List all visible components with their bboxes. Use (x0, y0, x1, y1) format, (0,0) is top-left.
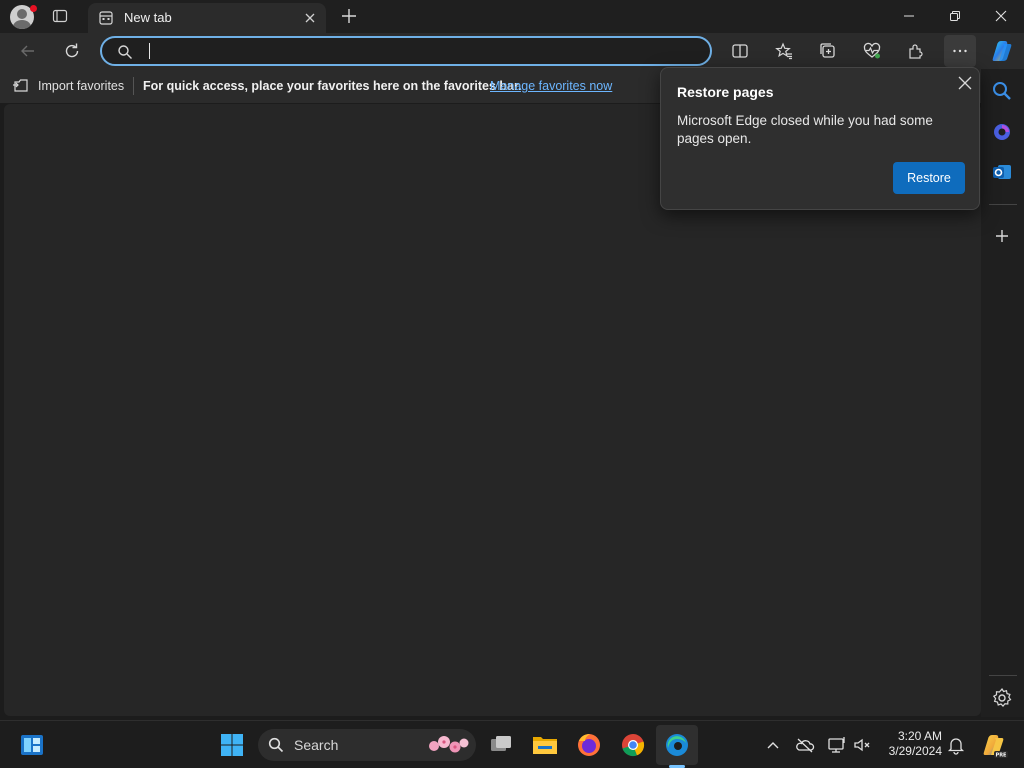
back-button[interactable] (12, 35, 44, 67)
edge-icon (666, 734, 688, 756)
navigation-toolbar (0, 33, 1024, 69)
tab-label: New tab (124, 10, 172, 25)
sidebar-outlook-button[interactable] (990, 160, 1014, 184)
favorites-separator (133, 77, 134, 95)
restore-button[interactable]: Restore (893, 162, 965, 194)
refresh-icon (65, 43, 79, 58)
browser-essentials-button[interactable] (856, 35, 888, 67)
taskbar-search-label: Search (294, 737, 339, 753)
outlook-icon (993, 165, 1011, 179)
taskbar: Search 3:20 AM 3/29/2024 PRE (0, 720, 1024, 768)
sidebar-separator (989, 675, 1017, 676)
favorites-bar-message: For quick access, place your favorites h… (143, 79, 522, 93)
search-highlight-flowers-icon (429, 736, 469, 753)
taskbar-clock[interactable]: 3:20 AM 3/29/2024 (872, 729, 942, 759)
search-icon (993, 82, 1011, 100)
chevron-up-icon (767, 742, 779, 749)
taskbar-search-box[interactable]: Search (258, 729, 476, 761)
sidebar-separator (989, 204, 1017, 205)
widgets-icon (21, 735, 43, 755)
display-icon (828, 737, 845, 753)
sidebar-search-button[interactable] (990, 79, 1014, 103)
chrome-button[interactable] (617, 729, 649, 761)
task-view-button[interactable] (485, 729, 517, 761)
onedrive-button[interactable] (795, 735, 815, 755)
browser-essentials-icon (863, 42, 881, 59)
tab-new-tab[interactable]: New tab (88, 3, 326, 33)
clock-time: 3:20 AM (897, 729, 942, 743)
edge-window: New tab Import favorites For quick acces… (0, 0, 1024, 768)
copilot-taskbar-button[interactable]: PRE (978, 729, 1010, 761)
volume-icon (854, 738, 870, 752)
back-icon (21, 45, 34, 57)
file-explorer-button[interactable] (529, 729, 561, 761)
new-tab-button[interactable] (339, 6, 359, 26)
popup-close-button[interactable] (956, 74, 974, 92)
address-bar[interactable] (100, 36, 712, 66)
favorites-icon (775, 42, 792, 60)
edge-button[interactable] (661, 729, 693, 761)
popup-title: Restore pages (677, 84, 774, 100)
close-window-button[interactable] (978, 0, 1024, 32)
split-screen-button[interactable] (724, 35, 756, 67)
file-explorer-icon (533, 737, 557, 754)
import-favorites-icon (13, 79, 28, 92)
extensions-icon (909, 44, 923, 59)
address-input[interactable] (146, 41, 686, 61)
sidebar-add-button[interactable] (990, 224, 1014, 248)
favorites-button[interactable] (768, 35, 800, 67)
minimize-button[interactable] (886, 0, 932, 32)
restore-window-button[interactable] (932, 0, 978, 32)
start-button[interactable] (216, 729, 248, 761)
volume-button[interactable] (852, 735, 872, 755)
copilot-icon: PRE (983, 735, 1008, 759)
copilot-icon (994, 124, 1010, 140)
search-icon (268, 737, 284, 753)
show-hidden-icons-button[interactable] (763, 735, 783, 755)
windows-icon (221, 734, 243, 756)
notification-icon (947, 738, 965, 755)
split-screen-icon (732, 44, 748, 58)
clock-date: 3/29/2024 (888, 744, 942, 758)
tab-actions-icon[interactable] (52, 8, 68, 24)
more-icon (953, 49, 967, 53)
plus-icon (996, 230, 1008, 242)
copilot-button[interactable] (989, 38, 1015, 64)
plus-icon (342, 9, 356, 23)
tab-close-icon[interactable] (302, 10, 318, 26)
restore-icon (950, 11, 960, 21)
notifications-button[interactable] (946, 735, 966, 755)
profile-notification-dot (30, 5, 37, 12)
search-icon (118, 45, 132, 59)
manage-favorites-link[interactable]: Manage favorites now (490, 79, 612, 93)
close-icon (995, 10, 1007, 22)
close-icon (958, 76, 972, 90)
import-favorites-label: Import favorites (38, 79, 125, 93)
collections-icon (820, 43, 835, 58)
copilot-icon (992, 41, 1012, 61)
sidebar-copilot-button[interactable] (990, 120, 1014, 144)
new-tab-page-icon (99, 11, 113, 25)
minimize-icon (904, 15, 914, 17)
collections-button[interactable] (812, 35, 844, 67)
title-bar: New tab (0, 0, 1024, 33)
more-options-button[interactable] (944, 35, 976, 67)
settings-icon (992, 688, 1012, 708)
onedrive-icon (796, 738, 815, 753)
firefox-icon (578, 734, 600, 756)
task-view-icon (491, 736, 511, 751)
display-button[interactable] (827, 735, 847, 755)
import-favorites-button[interactable]: Import favorites (12, 77, 124, 95)
firefox-button[interactable] (573, 729, 605, 761)
text-caret (149, 43, 150, 59)
restore-pages-popup: Restore pages Microsoft Edge closed whil… (660, 67, 980, 210)
widgets-button[interactable] (16, 729, 48, 761)
popup-message: Microsoft Edge closed while you had some… (677, 113, 933, 146)
svg-text:PRE: PRE (996, 753, 1008, 759)
extensions-button[interactable] (900, 35, 932, 67)
refresh-button[interactable] (56, 35, 88, 67)
edge-sidebar (981, 69, 1024, 717)
sidebar-settings-button[interactable] (990, 686, 1014, 710)
chrome-icon (622, 734, 645, 757)
